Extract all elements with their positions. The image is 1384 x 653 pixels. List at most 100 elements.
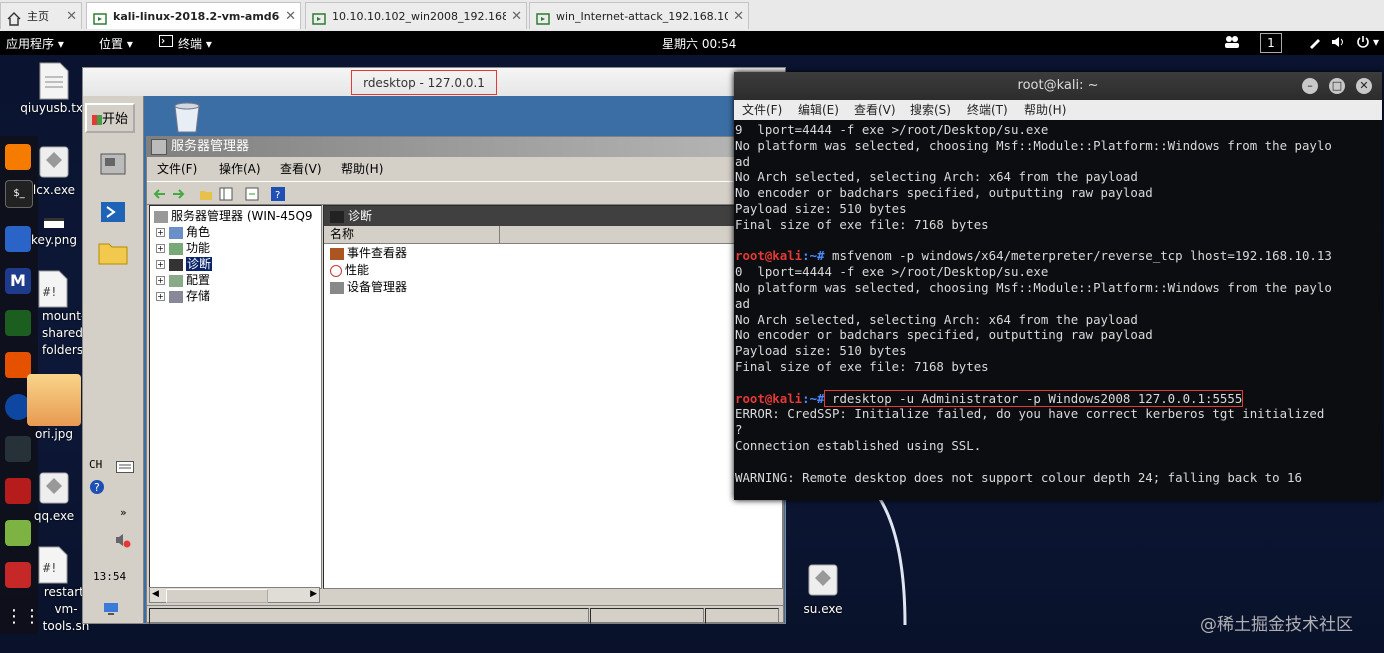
network-icon[interactable]	[103, 601, 119, 620]
volume-icon[interactable]	[1331, 35, 1345, 52]
column-divider[interactable]	[499, 226, 500, 243]
server-manager-title-bar[interactable]: 服务器管理器	[147, 137, 783, 157]
remote-clock[interactable]: 13:54	[93, 570, 126, 583]
export-list-icon[interactable]	[245, 186, 259, 201]
svg-text:#!: #!	[43, 285, 57, 299]
terminal-menu[interactable]: 终端 ▾	[178, 35, 212, 52]
list-item-label: 事件查看器	[347, 246, 408, 260]
tree-root[interactable]: 服务器管理器 (WIN-45Q9	[154, 208, 313, 224]
recycle-bin-icon[interactable]	[167, 100, 207, 138]
start-button[interactable]: 开始	[85, 103, 135, 133]
powershell-icon[interactable]	[97, 196, 129, 228]
menu-search[interactable]: 搜索(S)	[910, 100, 951, 120]
terminal-line: No encoder or badchars specified, output…	[735, 327, 1153, 343]
clock[interactable]: 星期六 00:54	[662, 35, 736, 52]
terminal-line: 0 lport=4444 -f exe >/root/Desktop/su.ex…	[735, 264, 1049, 280]
pen-icon[interactable]	[1308, 35, 1322, 52]
terminal-title-bar[interactable]: root@kali: ~ – □ ✕	[734, 72, 1382, 100]
scroll-left-icon[interactable]: ◀	[152, 589, 159, 599]
menu-help[interactable]: 帮助(H)	[341, 159, 383, 179]
list-item-performance[interactable]: 性能	[330, 262, 369, 278]
column-name[interactable]: 名称	[330, 226, 354, 243]
menu-edit[interactable]: 编辑(E)	[798, 100, 839, 120]
details-header: 诊断	[324, 206, 782, 226]
menu-file[interactable]: 文件(F)	[742, 100, 782, 120]
keyboard-icon[interactable]	[116, 458, 134, 477]
tree-item-diagnostics[interactable]: + 诊断	[156, 256, 213, 272]
help-icon[interactable]: ?	[271, 186, 285, 201]
forward-icon[interactable]	[171, 186, 185, 200]
up-folder-icon[interactable]	[199, 186, 213, 200]
terminal-output[interactable]: 9 lport=4444 -f exe >/root/Desktop/su.ex…	[735, 122, 1381, 500]
menu-view[interactable]: 查看(V)	[854, 100, 896, 120]
expand-icon[interactable]: +	[156, 244, 165, 253]
show-hide-tree-icon[interactable]	[219, 186, 233, 201]
tab-label: kali-linux-2018.2-vm-amd64	[113, 10, 280, 23]
tree-item-label: 诊断	[186, 257, 213, 271]
help-icon[interactable]: ?	[89, 479, 105, 499]
close-icon[interactable]: ✕	[511, 3, 522, 29]
desktop-file-mount[interactable]: #! mount-shared-folders.sh	[14, 270, 101, 359]
list-item-event-viewer[interactable]: 事件查看器	[330, 245, 407, 261]
expand-icon[interactable]: +	[156, 260, 165, 269]
tab-home[interactable]: 主页 ✕	[0, 2, 82, 29]
tree-horizontal-scrollbar[interactable]: ◀ ▶	[149, 587, 320, 603]
menu-file[interactable]: 文件(F)	[157, 159, 197, 179]
server-manager-menu: 文件(F) 操作(A) 查看(V) 帮助(H)	[147, 159, 783, 179]
exe-file-icon	[38, 144, 70, 182]
tree-item-storage[interactable]: + 存储	[156, 288, 210, 304]
power-icon[interactable]	[1356, 35, 1370, 52]
menu-terminal[interactable]: 终端(T)	[967, 100, 1008, 120]
workspace-indicator[interactable]: 1	[1260, 33, 1282, 53]
server-manager-window: 服务器管理器 文件(F) 操作(A) 查看(V) 帮助(H) ? 服务器管理器 …	[146, 136, 784, 624]
menu-action[interactable]: 操作(A)	[219, 159, 261, 179]
folder-icon[interactable]	[97, 236, 129, 268]
desktop-file-su[interactable]: su.exe	[783, 563, 863, 618]
places-menu[interactable]: 位置 ▾	[99, 35, 133, 52]
tab-kali[interactable]: kali-linux-2018.2-vm-amd64 ✕	[86, 2, 301, 29]
storage-icon	[169, 290, 183, 303]
tab-win-internet[interactable]: win_Internet-attack_192.168.10.... ✕	[529, 2, 749, 29]
svg-text:?: ?	[275, 190, 280, 201]
expand-icon[interactable]: +	[156, 228, 165, 237]
diagnostics-icon	[330, 210, 344, 223]
windows-logo-icon	[91, 114, 102, 125]
status-pane	[590, 608, 704, 624]
tree-item-configuration[interactable]: + 配置	[156, 272, 210, 288]
scrollbar-thumb[interactable]	[166, 589, 268, 603]
input-language[interactable]: CH	[89, 458, 102, 471]
expand-icon[interactable]: +	[156, 292, 165, 301]
applications-menu[interactable]: 应用程序 ▾	[6, 35, 64, 52]
exe-file-icon	[807, 563, 839, 601]
chevron-right-icon[interactable]: »	[120, 506, 127, 519]
tab-win2008[interactable]: 10.10.10.102_win2008_192.168.... ✕	[305, 2, 527, 29]
event-viewer-icon	[330, 247, 344, 260]
terminal-line: Payload size: 510 bytes	[735, 343, 907, 359]
close-icon[interactable]: ✕	[1356, 78, 1372, 94]
terminal-line: No Arch selected, selecting Arch: x64 fr…	[735, 311, 1138, 327]
desktop-file-restart[interactable]: #! restart-vm-tools.sh	[14, 546, 92, 635]
tree-item-label: 配置	[186, 273, 211, 287]
back-icon[interactable]	[153, 186, 167, 200]
expand-icon[interactable]: +	[156, 276, 165, 285]
close-icon[interactable]: ✕	[733, 3, 744, 29]
terminal-line: WARNING: Remote desktop does not support…	[735, 469, 1302, 485]
rdesktop-title-bar[interactable]: rdesktop - 127.0.0.1	[83, 68, 785, 97]
scroll-right-icon[interactable]: ▶	[310, 589, 317, 599]
volume-muted-icon[interactable]	[115, 532, 131, 552]
column-header[interactable]: 名称	[324, 226, 782, 244]
menu-help[interactable]: 帮助(H)	[1024, 100, 1066, 120]
chevron-down-icon[interactable]: ▾	[1373, 35, 1379, 49]
tree-item-features[interactable]: + 功能	[156, 240, 210, 256]
minimize-icon[interactable]: –	[1302, 78, 1318, 94]
list-item-device-manager[interactable]: 设备管理器	[330, 279, 407, 295]
close-icon[interactable]: ✕	[285, 3, 296, 29]
tree-item-roles[interactable]: + 角色	[156, 224, 210, 240]
prompt-user: root@kali	[735, 390, 803, 406]
server-manager-quick-launch-icon[interactable]	[97, 148, 129, 180]
close-icon[interactable]: ✕	[66, 3, 77, 29]
maximize-icon[interactable]: □	[1329, 78, 1345, 94]
features-icon	[169, 242, 183, 255]
people-icon[interactable]	[1224, 35, 1240, 52]
menu-view[interactable]: 查看(V)	[280, 159, 322, 179]
